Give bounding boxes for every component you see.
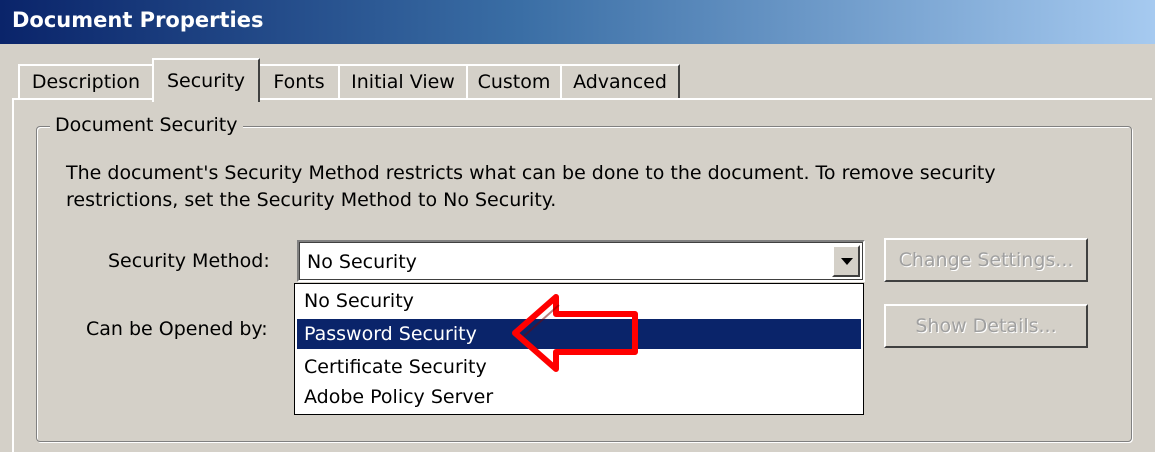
- option-adobe-policy-server[interactable]: Adobe Policy Server: [297, 382, 861, 412]
- option-label: Adobe Policy Server: [304, 386, 494, 408]
- tab-fonts-label: Fonts: [273, 71, 325, 93]
- tab-advanced-label: Advanced: [573, 71, 667, 93]
- description-line-2: restrictions, set the Security Method to…: [66, 189, 557, 211]
- description-line-1: The document's Security Method restricts…: [66, 162, 996, 184]
- security-method-select[interactable]: No Security: [297, 240, 865, 282]
- security-method-value: No Security: [307, 251, 417, 273]
- tab-custom-label: Custom: [477, 71, 551, 93]
- group-title: Document Security: [50, 114, 243, 136]
- tab-security-label: Security: [166, 70, 246, 92]
- tab-description-label: Description: [31, 71, 141, 93]
- tab-fonts[interactable]: Fonts: [258, 64, 340, 98]
- can-be-opened-by-label: Can be Opened by:: [86, 318, 268, 340]
- tab-initial-view-label: Initial View: [351, 71, 455, 93]
- option-label: Password Security: [304, 323, 477, 345]
- tab-strip: Description Security Fonts Initial View …: [18, 58, 1118, 102]
- security-description: The document's Security Method restricts…: [66, 160, 1066, 214]
- show-details-button[interactable]: Show Details...: [884, 304, 1088, 348]
- tab-description[interactable]: Description: [18, 64, 154, 98]
- tab-custom[interactable]: Custom: [466, 64, 562, 98]
- window-title: Document Properties: [12, 8, 264, 32]
- title-bar[interactable]: Document Properties: [0, 0, 1155, 44]
- show-details-label: Show Details...: [915, 315, 1057, 337]
- chevron-down-icon: [841, 258, 853, 265]
- tab-advanced[interactable]: Advanced: [560, 64, 680, 98]
- option-label: No Security: [304, 290, 414, 312]
- tab-security[interactable]: Security: [152, 58, 260, 102]
- tab-initial-view[interactable]: Initial View: [338, 64, 468, 98]
- option-label: Certificate Security: [304, 356, 487, 378]
- red-left-arrow-annotation: [512, 294, 638, 372]
- security-method-label: Security Method:: [108, 250, 270, 272]
- document-properties-dialog: Document Properties Description Security…: [0, 0, 1155, 452]
- change-settings-button[interactable]: Change Settings...: [884, 238, 1088, 282]
- dropdown-button[interactable]: [832, 245, 860, 277]
- change-settings-label: Change Settings...: [898, 249, 1074, 271]
